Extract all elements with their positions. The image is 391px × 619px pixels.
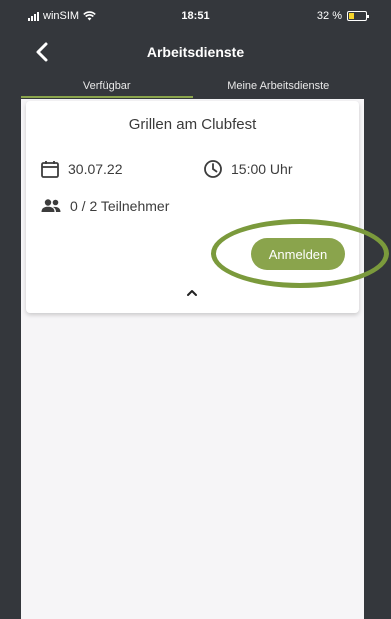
battery-icon	[347, 11, 369, 21]
tab-meine-arbeitsdienste[interactable]: Meine Arbeitsdienste	[193, 76, 365, 98]
card-title: Grillen am Clubfest	[128, 116, 257, 133]
time-row: 15:00 Uhr	[203, 159, 292, 179]
people-icon	[41, 199, 61, 212]
calendar-icon	[41, 161, 59, 178]
date-value: 30.07.22	[68, 161, 123, 177]
tab-bar: Verfügbar Meine Arbeitsdienste	[21, 76, 364, 98]
time-value: 15:00 Uhr	[231, 161, 293, 177]
content-area: Grillen am Clubfest 30.07.22 15:00 Uhr 0…	[21, 99, 364, 619]
battery-fill	[349, 13, 355, 19]
chevron-up-icon	[187, 290, 197, 296]
tab-verfuegbar[interactable]: Verfügbar	[21, 76, 193, 98]
register-button[interactable]: Anmelden	[251, 238, 345, 270]
battery-percentage: 32 %	[316, 10, 342, 22]
participants-value: 0 / 2 Teilnehmer	[70, 198, 170, 214]
header: Arbeitsdienste	[0, 30, 391, 74]
date-row: 30.07.22	[40, 159, 123, 179]
work-duty-card: Grillen am Clubfest 30.07.22 15:00 Uhr 0…	[26, 101, 359, 313]
status-bar: winSIM 18:51 32 %	[0, 0, 391, 30]
page-title: Arbeitsdienste	[146, 44, 245, 60]
clock-icon	[204, 160, 222, 178]
collapse-button[interactable]	[182, 285, 202, 301]
status-right: 32 %	[316, 10, 369, 22]
participants-row: 0 / 2 Teilnehmer	[40, 198, 169, 214]
